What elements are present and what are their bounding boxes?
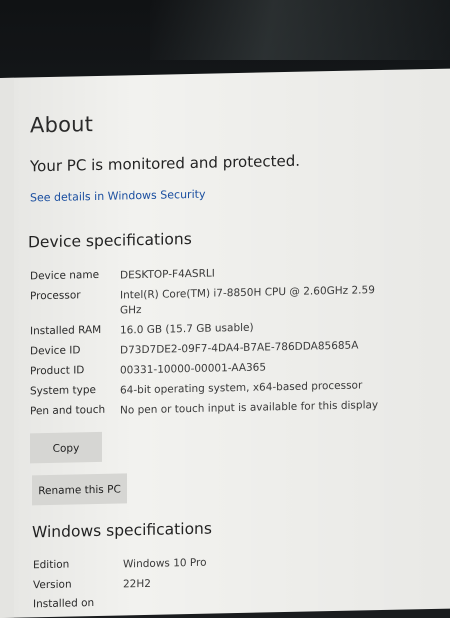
spec-value: Windows 10 Pro (123, 556, 207, 571)
spec-row-edition: Edition Windows 10 Pro (33, 551, 433, 572)
settings-nav-edge (0, 77, 14, 618)
spec-row-device-id: Device ID D73D7DE2-09F7-4DA4-B7AE-786DDA… (30, 337, 430, 357)
spec-row-device-name: Device name DESKTOP-F4ASRLI (30, 262, 430, 282)
protection-status: Your PC is monitored and protected. (30, 151, 300, 176)
spec-row-product-id: Product ID 00331-10000-00001-AA365 (30, 357, 430, 377)
settings-window: About Your PC is monitored and protected… (0, 68, 450, 618)
spec-value: Intel(R) Core(TM) i7-8850H CPU @ 2.60GHz… (120, 284, 375, 317)
copy-button[interactable]: Copy (30, 431, 102, 464)
spec-label: Product ID (30, 364, 85, 378)
spec-row-processor: Processor Intel(R) Core(TM) i7-8850H CPU… (30, 282, 430, 316)
spec-row-version: Version 22H2 (33, 571, 433, 591)
spec-value: 64-bit operating system, x64-based proce… (120, 379, 363, 397)
page-title: About (30, 112, 94, 138)
spec-value (123, 591, 388, 597)
spec-label: System type (30, 383, 96, 398)
spec-value: DESKTOP-F4ASRLI (120, 267, 215, 282)
spec-label: Version (33, 578, 72, 592)
windows-security-link[interactable]: See details in Windows Security (30, 188, 205, 205)
rename-pc-button[interactable]: Rename this PC (32, 473, 127, 506)
spec-label: Device ID (30, 344, 81, 358)
spec-label: Installed RAM (30, 323, 102, 338)
windows-specs-heading: Windows specifications (32, 519, 212, 542)
spec-value: D73D7DE2-09F7-4DA4-B7AE-786DDA85685A (120, 339, 359, 357)
spec-row-installed-ram: Installed RAM 16.0 GB (15.7 GB usable) (30, 317, 430, 338)
spec-label: Pen and touch (30, 403, 106, 418)
spec-row-installed-on: Installed on (33, 590, 433, 610)
spec-row-system-type: System type 64-bit operating system, x64… (30, 377, 430, 397)
spec-label: Installed on (33, 597, 95, 611)
spec-row-pen-and-touch: Pen and touch No pen or touch input is a… (30, 397, 430, 417)
spec-value: 00331-10000-00001-AA365 (120, 361, 267, 377)
spec-label: Edition (33, 558, 70, 572)
spec-value: No pen or touch input is available for t… (120, 399, 379, 417)
device-specs-heading: Device specifications (28, 229, 192, 252)
spec-value: 16.0 GB (15.7 GB usable) (120, 321, 254, 337)
spec-label: Processor (30, 289, 81, 303)
bezel-glare (150, 0, 450, 60)
spec-value: 22H2 (123, 577, 151, 591)
spec-label: Device name (30, 268, 100, 283)
